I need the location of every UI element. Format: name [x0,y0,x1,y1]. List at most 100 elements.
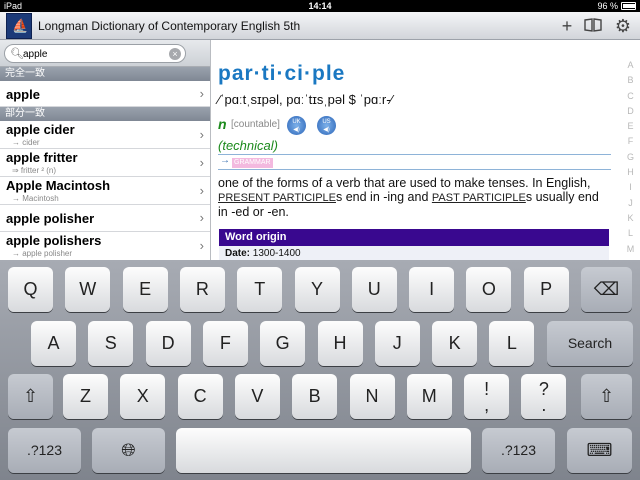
key-f[interactable]: F [202,321,248,366]
key-n[interactable]: N [349,374,395,419]
list-item-sub: ⇒ fritter ² (n) [12,166,57,175]
alphabet-index-letter[interactable]: C [624,89,637,104]
key-p[interactable]: P [523,267,569,312]
arrow-right-icon: → [220,155,230,166]
backspace-key[interactable]: ⌫ [581,267,632,312]
key-c[interactable]: C [177,374,223,419]
shift-right-key[interactable]: ⇧ [581,374,632,419]
alphabet-index-letter[interactable]: K [624,211,637,226]
key-a[interactable]: A [31,321,76,366]
key-y[interactable]: Y [294,267,340,312]
key-question-period[interactable]: ?. [521,374,567,419]
key-e[interactable]: E [122,267,168,312]
key-j[interactable]: J [374,321,420,366]
key-w[interactable]: W [65,267,111,312]
key-t[interactable]: T [237,267,283,312]
alphabet-index-letter[interactable]: G [624,150,637,165]
list-item-word: apple fritter [6,150,78,165]
key-q[interactable]: Q [8,267,53,312]
key-u[interactable]: U [351,267,397,312]
chevron-right-icon: › [199,155,204,170]
list-item[interactable]: apple polishers → apple polisher › [0,232,210,260]
alphabet-index-letter[interactable]: I [624,180,637,195]
clock: 14:14 [308,1,332,11]
alphabet-index-letter[interactable]: B [624,73,637,88]
key-h[interactable]: H [317,321,363,366]
on-screen-keyboard: Q W E R T Y U I O P ⌫ A S D F G H J K L Search ⇧ Z X C V B N M!,?. ⇧.… [0,260,640,480]
section-exact: 完全一致 [0,67,210,81]
xref-past-participle[interactable]: PAST PARTICIPLE [432,192,526,204]
search-input[interactable] [23,47,163,61]
audio-uk-label: UK [292,119,301,125]
alphabet-index-letter[interactable]: D [624,104,637,119]
chevron-right-icon: › [199,127,204,142]
key-l[interactable]: L [489,321,535,366]
numbers-key-left[interactable]: .?123 [8,428,81,473]
shift-left-key[interactable]: ⇧ [8,374,53,419]
battery-percent: 96 % [597,1,618,11]
speaker-uk-icon[interactable]: UK ◀) [287,116,306,135]
xref-present-participle[interactable]: PRESENT PARTICIPLE [218,192,336,204]
section-partial: 部分一致 [0,107,210,121]
grammar-link[interactable]: GRAMMAR [232,158,273,168]
alphabet-index-letter[interactable]: E [624,119,637,134]
pos-row: n [countable] UK ◀) US ◀) [218,116,418,135]
search-icon: 🔍︎ [10,48,24,60]
search-key[interactable]: Search [547,321,633,366]
ship-icon[interactable]: ⛵ [6,13,32,39]
register-label: (technical) [218,138,278,153]
definition-text-2: s end in -ing and [335,190,432,204]
list-item[interactable]: apple fritter ⇒ fritter ² (n) › [0,149,210,177]
key-r[interactable]: R [179,267,225,312]
key-exclaim-comma[interactable]: !, [464,374,510,419]
key-d[interactable]: D [145,321,191,366]
clear-icon[interactable]: × [169,48,181,60]
key-b[interactable]: B [292,374,338,419]
key-o[interactable]: O [466,267,512,312]
key-g[interactable]: G [260,321,306,366]
key-m[interactable]: M [406,374,452,419]
battery-fill [623,4,635,8]
book-icon[interactable] [582,15,604,37]
gear-icon[interactable]: ⚙ [612,15,634,37]
alphabet-index-letter[interactable]: H [624,165,637,180]
space-bar[interactable] [176,428,471,473]
list-item-word: apple [6,87,40,102]
key-x[interactable]: X [120,374,166,419]
key-s[interactable]: S [88,321,134,366]
list-item[interactable]: Apple Macintosh → Macintosh › [0,177,210,205]
dismiss-keyboard-icon[interactable]: ⌨ [567,428,632,473]
list-item[interactable]: apple › [0,81,210,107]
grammar-bar: → GRAMMAR [218,154,611,170]
alphabet-index-letter[interactable]: M [624,242,637,257]
key-k[interactable]: K [432,321,478,366]
list-item-sub: → cider [12,138,40,147]
audio-us-label: US [322,119,331,125]
origin-date-label: Date: [225,248,251,259]
list-item[interactable]: apple cider → cider › [0,121,210,149]
word-origin-body: Date: 1300-1400 [219,246,609,260]
alphabet-index-letter[interactable]: L [624,226,637,241]
list-item[interactable]: apple polisher › [0,205,210,232]
key-i[interactable]: I [409,267,455,312]
search-box[interactable]: 🔍︎ × [4,44,186,63]
speaker-us-icon[interactable]: US ◀) [317,116,336,135]
app-toolbar: ⛵ Longman Dictionary of Contemporary Eng… [0,12,640,40]
key-z[interactable]: Z [63,374,108,419]
alphabet-index-letter[interactable]: F [624,134,637,149]
results-panel: 🔍︎ × 完全一致 apple › 部分一致 apple cider → cid… [0,40,211,260]
key-v[interactable]: V [234,374,280,419]
alphabet-index-letter[interactable]: J [624,196,637,211]
alphabet-index[interactable]: ABCDEFGHIJKLMN [620,58,640,260]
app-title: Longman Dictionary of Contemporary Engli… [38,19,301,33]
pronunciation: ⁄ˈpɑːtˌsɪpəl, pɑːˈtɪsˌpəl $ ˈpɑːr-⁄ [218,92,393,107]
alphabet-index-letter[interactable]: A [624,58,637,73]
plus-icon[interactable]: + [556,15,578,37]
definition-text-1: one of the forms of a verb that are used… [218,176,591,190]
headword: par·ti·ci·ple [218,62,346,85]
battery-icon [621,2,636,10]
globe-icon[interactable]: 🌐︎ [92,428,165,473]
list-item-word: apple polishers [6,233,102,248]
countable-label: [countable] [231,119,280,130]
numbers-key-right[interactable]: .?123 [482,428,555,473]
